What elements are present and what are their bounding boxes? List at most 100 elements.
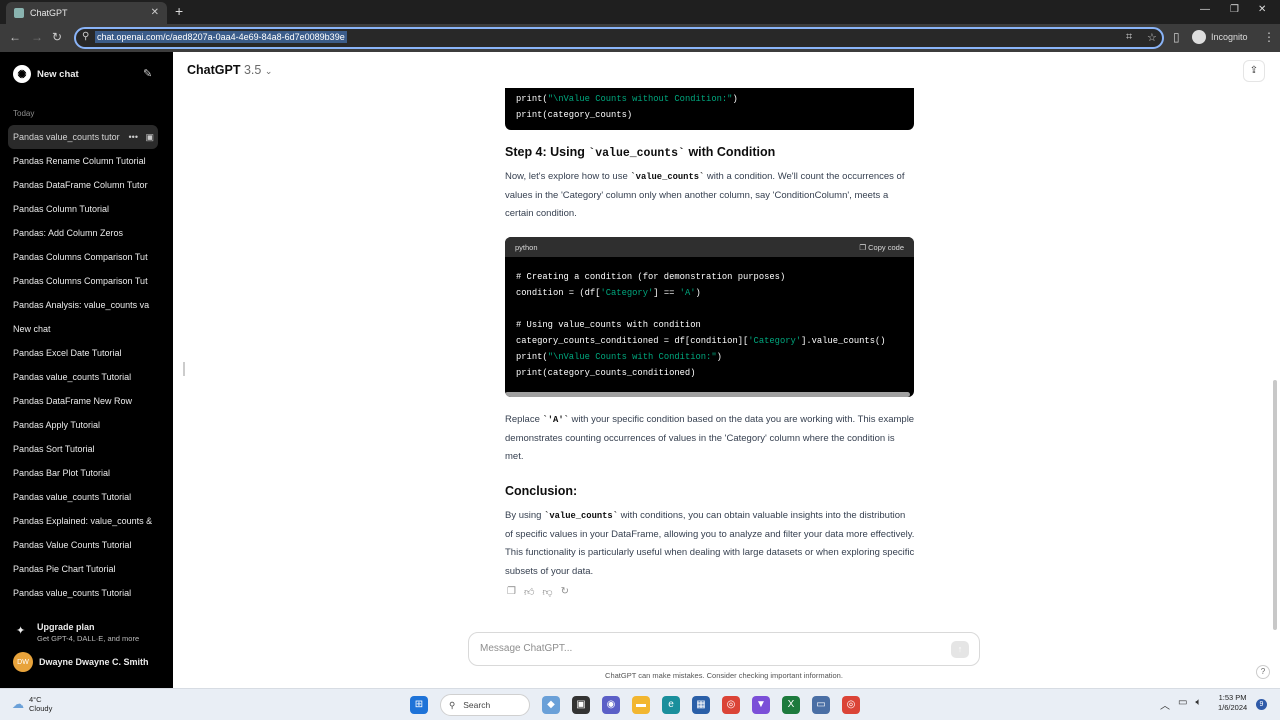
code-token: condition = (df[ — [516, 288, 601, 298]
chat-item[interactable]: Pandas DataFrame Column Tutor — [8, 173, 158, 197]
network-icon[interactable]: ▭ — [1178, 697, 1187, 712]
install-app-icon[interactable]: ⌗ — [1126, 31, 1132, 44]
widgets-icon[interactable]: ◆ — [542, 696, 560, 714]
chat-item[interactable]: Pandas Apply Tutorial — [8, 413, 158, 437]
chat-item-label: Pandas value_counts tutor — [13, 132, 120, 142]
chat-app-icon[interactable]: ◉ — [602, 696, 620, 714]
chat-item[interactable]: Pandas: Add Column Zeros — [8, 221, 158, 245]
chat-item-label: Pandas Rename Column Tutorial — [13, 156, 146, 166]
model-version: 3.5 — [243, 63, 262, 77]
store-icon[interactable]: ▦ — [692, 696, 710, 714]
page-scrollbar[interactable] — [1273, 380, 1277, 630]
disclaimer-text: ChatGPT can make mistakes. Consider chec… — [605, 671, 843, 680]
search-label: Search — [463, 700, 491, 710]
notification-badge[interactable]: 9 — [1256, 699, 1267, 710]
bookmark-star-icon[interactable]: ☆ — [1147, 31, 1157, 44]
new-tab-icon[interactable]: + — [175, 3, 183, 19]
chat-item[interactable]: Pandas value_counts Tutorial — [8, 581, 158, 605]
share-button[interactable]: ⇪ — [1243, 60, 1265, 82]
copy-code-button[interactable]: ❐ Copy code — [859, 243, 904, 252]
browser-menu-icon[interactable]: ⋮ — [1263, 30, 1275, 44]
chrome-active-icon[interactable]: ◎ — [842, 696, 860, 714]
heading-text: Step 4: Using — [505, 145, 589, 159]
code-string: 'A' — [679, 288, 696, 298]
chat-item[interactable]: Pandas Excel Date Tutorial — [8, 341, 158, 365]
excel-icon[interactable]: X — [782, 696, 800, 714]
new-chat-label: New chat — [37, 68, 79, 80]
message-input[interactable]: Message ChatGPT... ↑ — [468, 632, 980, 666]
thumbs-down-icon[interactable]: 👎︎ — [542, 586, 552, 598]
chat-item[interactable]: Pandas Value Counts Tutorial — [8, 533, 158, 557]
chat-item[interactable]: Pandas Bar Plot Tutorial — [8, 461, 158, 485]
conclusion-heading: Conclusion: — [505, 484, 578, 498]
side-panel-icon[interactable]: ▯ — [1173, 30, 1180, 44]
compose-icon[interactable]: ✎ — [143, 67, 152, 80]
regenerate-icon[interactable]: ↻ — [561, 586, 569, 598]
chat-item[interactable]: Pandas value_counts Tutorial — [8, 485, 158, 509]
site-info-icon[interactable]: ⚲ — [82, 31, 89, 42]
volume-icon[interactable]: 🔈︎ — [1195, 697, 1201, 712]
sparkle-icon: ✦ — [16, 625, 26, 637]
url-text[interactable]: chat.openai.com/c/aed8207a-0aa4-4e69-84a… — [95, 31, 347, 43]
code-line: category_counts_conditioned = df[conditi… — [516, 333, 903, 349]
task-view-icon[interactable]: ▣ — [572, 696, 590, 714]
forward-icon[interactable]: → — [31, 30, 43, 44]
weather-widget[interactable]: ☁ 4°C Cloudy — [12, 695, 52, 713]
app-icon[interactable]: ▼ — [752, 696, 770, 714]
code-body[interactable]: # Creating a condition (for demonstratio… — [505, 257, 914, 381]
copy-icon[interactable]: ❐ — [507, 586, 516, 598]
chat-item-active[interactable]: Pandas value_counts tutor ••• ▣ — [8, 125, 158, 149]
code-line: condition = (df['Category'] == 'A') — [516, 285, 903, 301]
chevron-up-icon[interactable]: ︿ — [1160, 697, 1170, 712]
clock[interactable]: 1:53 PM 1/6/2024 — [1218, 693, 1247, 713]
send-button[interactable]: ↑ — [951, 641, 969, 658]
chat-item[interactable]: Pandas DataFrame New Row — [8, 389, 158, 413]
chat-item-label: Pandas DataFrame Column Tutor — [13, 180, 148, 190]
upgrade-plan-button[interactable]: ✦ Upgrade plan Get GPT-4, DALL·E, and mo… — [13, 622, 139, 643]
chat-item-label: Pandas Excel Date Tutorial — [13, 348, 122, 358]
chat-item[interactable]: Pandas Columns Comparison Tut — [8, 245, 158, 269]
section-heading-today: Today — [13, 109, 35, 118]
code-token: ) — [732, 94, 738, 104]
code-line: print("\nValue Counts with Condition:") — [516, 349, 903, 365]
windows-start-icon[interactable]: ⊞ — [410, 696, 428, 714]
edge-icon[interactable]: e — [662, 696, 680, 714]
chat-item[interactable]: Pandas Column Tutorial — [8, 197, 158, 221]
chrome-icon[interactable]: ◎ — [722, 696, 740, 714]
code-horizontal-scrollbar[interactable] — [505, 392, 910, 397]
window-close-icon[interactable]: ✕ — [1258, 4, 1266, 15]
chat-item-label: Pandas Bar Plot Tutorial — [13, 468, 111, 478]
file-explorer-icon[interactable]: ▬ — [632, 696, 650, 714]
code-string: "\nValue Counts without Condition:" — [547, 94, 733, 104]
model-selector[interactable]: ChatGPT 3.5 ⌄ — [187, 63, 272, 77]
user-menu-button[interactable]: DW Dwayne Dwayne C. Smith — [13, 652, 149, 672]
back-icon[interactable]: ← — [9, 30, 21, 44]
chat-item[interactable]: New chat — [8, 317, 158, 341]
incognito-indicator[interactable]: Incognito — [1192, 30, 1248, 44]
chevron-down-icon: ⌄ — [264, 66, 273, 76]
sidebar-collapse-handle[interactable] — [183, 362, 185, 376]
chat-item[interactable]: Pandas Columns Comparison Tut — [8, 269, 158, 293]
chat-item[interactable]: Pandas Explained: value_counts & — [8, 509, 158, 533]
chat-options-icon[interactable]: ••• ▣ — [129, 125, 154, 149]
remote-desktop-icon[interactable]: ▭ — [812, 696, 830, 714]
thumbs-up-icon[interactable]: 👍︎ — [524, 586, 534, 598]
minimize-icon[interactable]: — — [1200, 4, 1210, 15]
chat-item[interactable]: Pandas Pie Chart Tutorial — [8, 557, 158, 581]
code-token: ) — [716, 352, 722, 362]
restore-icon[interactable]: ❐ — [1230, 4, 1239, 15]
help-button[interactable]: ? — [1256, 665, 1270, 679]
reload-icon[interactable]: ↻ — [52, 30, 62, 44]
taskbar-search[interactable]: ⚲ Search — [440, 694, 530, 716]
paragraph-conclusion: By using `value_counts` with conditions,… — [505, 507, 915, 582]
chat-item[interactable]: Pandas Analysis: value_counts va — [8, 293, 158, 317]
chat-item[interactable]: Pandas value_counts Tutorial — [8, 365, 158, 389]
chat-item[interactable]: Pandas Sort Tutorial — [8, 437, 158, 461]
address-bar[interactable]: ⚲ chat.openai.com/c/aed8207a-0aa4-4e69-8… — [74, 27, 1164, 49]
close-tab-icon[interactable]: ✕ — [151, 7, 159, 18]
new-chat-button[interactable]: ✺ New chat — [13, 65, 79, 83]
incognito-icon — [1192, 30, 1206, 44]
browser-tab[interactable]: ChatGPT ✕ — [6, 2, 167, 24]
chat-item[interactable]: Pandas Rename Column Tutorial — [8, 149, 158, 173]
message-actions: ❐ 👍︎ 👎︎ ↻ — [507, 586, 569, 598]
